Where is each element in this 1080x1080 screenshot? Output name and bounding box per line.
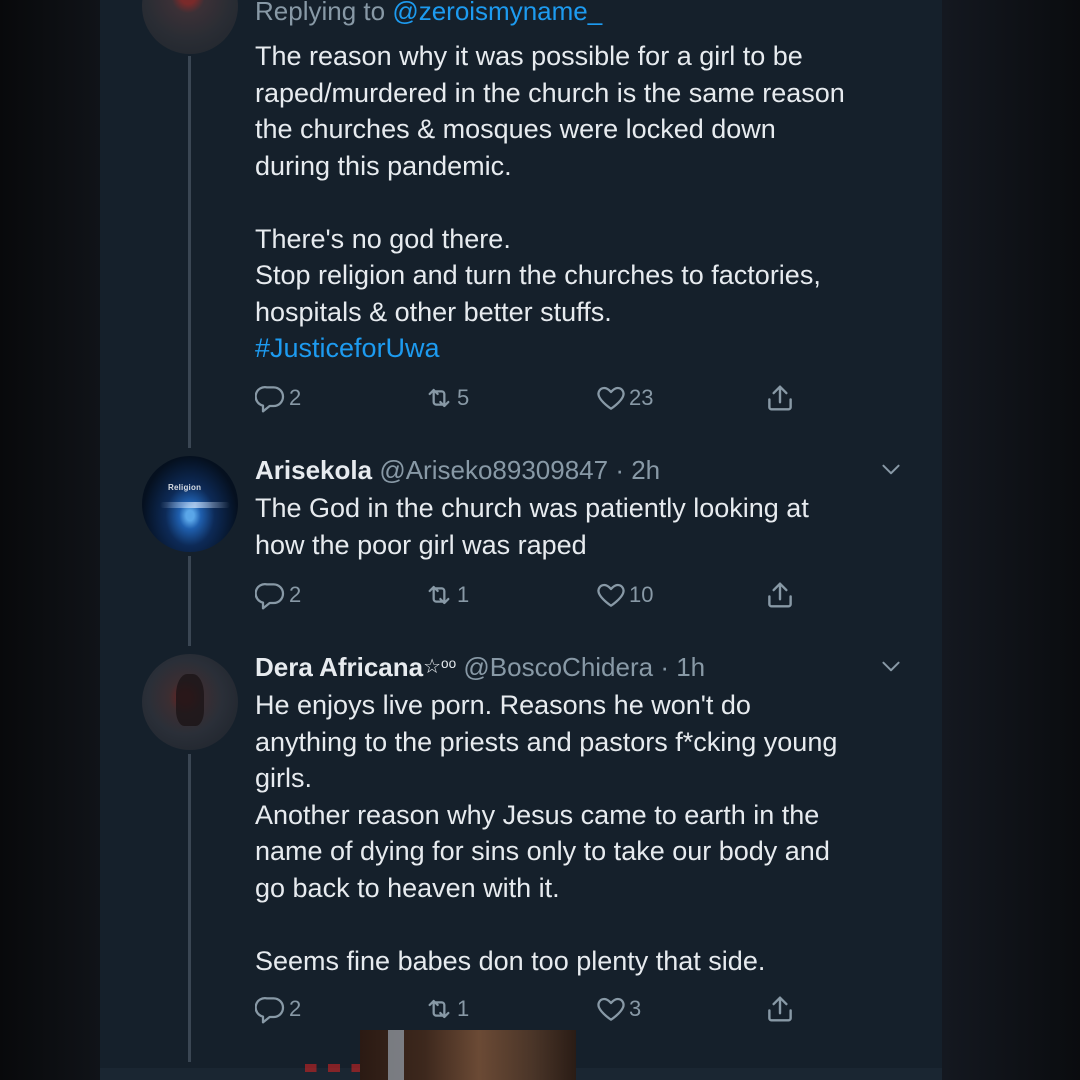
display-name[interactable]: Dera Africana <box>255 652 423 682</box>
display-name[interactable]: Arisekola <box>255 455 372 485</box>
chevron-down-icon[interactable] <box>878 654 904 680</box>
tweet-header: Arisekola @Ariseko89309847 · 2h <box>255 455 660 486</box>
right-backdrop <box>942 0 1080 1080</box>
tweet-text-line: during this pandemic. <box>255 150 512 181</box>
avatar[interactable]: Religion <box>142 456 238 552</box>
next-tweet-edge <box>305 1064 363 1072</box>
reply-button[interactable]: 2 <box>255 381 301 415</box>
tweet-text-line: anything to the priests and pastors f*ck… <box>255 726 838 757</box>
like-count: 10 <box>629 582 654 607</box>
tweet-header: Dera Africana☆ᵒᵒ @BoscoChidera · 1h <box>255 652 705 683</box>
share-button[interactable] <box>763 992 797 1026</box>
replying-to-handle-link[interactable]: @zeroismyname_ <box>392 0 602 26</box>
tweet-text-line: Seems fine babes don too plenty that sid… <box>255 945 766 976</box>
retweet-button[interactable]: 1 <box>423 578 469 612</box>
hashtag-link[interactable]: #JusticeforUwa <box>255 330 915 367</box>
retweet-button[interactable]: 5 <box>423 381 469 415</box>
tweet-text-line <box>255 906 915 943</box>
share-icon <box>768 582 792 608</box>
left-backdrop <box>0 0 100 1080</box>
avatar-graphic <box>176 674 204 726</box>
tweet-actions: 2 1 3 <box>255 992 815 1026</box>
tweet-text-line: how the poor girl was raped <box>255 529 587 560</box>
user-handle[interactable]: @BoscoChidera <box>463 652 653 682</box>
share-button[interactable] <box>763 381 797 415</box>
retweet-count: 1 <box>457 582 470 607</box>
tweet-text-line: Another reason why Jesus came to earth i… <box>255 799 820 830</box>
like-button[interactable]: 3 <box>595 992 641 1026</box>
user-handle[interactable]: @Ariseko89309847 <box>379 455 608 485</box>
tweet-actions: 2 1 10 <box>255 578 815 612</box>
tweet-text-line: raped/murdered in the church is the same… <box>255 77 845 108</box>
share-icon <box>768 996 792 1022</box>
tweet-text-line <box>255 184 915 221</box>
like-count: 3 <box>629 996 642 1021</box>
tweet-text: The reason why it was possible for a gir… <box>255 38 915 367</box>
reply-count: 2 <box>289 385 302 410</box>
heart-icon <box>597 386 625 410</box>
thread-line <box>188 56 191 448</box>
avatar[interactable] <box>142 654 238 750</box>
tweet-text-line: hospitals & other better stuffs. <box>255 296 612 327</box>
share-icon <box>768 385 792 411</box>
reply-icon <box>255 996 285 1024</box>
avatar[interactable] <box>142 0 238 54</box>
tweet-text-line: The reason why it was possible for a gir… <box>255 41 803 71</box>
reply-button[interactable]: 2 <box>255 992 301 1026</box>
tweet-text-line: the churches & mosques were locked down <box>255 114 776 144</box>
tweet-text-line: go back to heaven with it. <box>255 872 560 903</box>
reply-button[interactable]: 2 <box>255 578 301 612</box>
tweet-text: The God in the church was patiently look… <box>255 490 915 563</box>
tweet-text-line: Stop religion and turn the churches to f… <box>255 260 821 290</box>
like-button[interactable]: 23 <box>595 381 653 415</box>
retweet-button[interactable]: 1 <box>423 992 469 1026</box>
tweet-body: The God in the church was patiently look… <box>255 490 915 563</box>
retweet-icon <box>428 388 450 408</box>
tweet-actions: 2 5 23 <box>255 381 815 415</box>
name-suffix: ☆ᵒᵒ <box>423 656 457 678</box>
tweet-text-line: The God in the church was patiently look… <box>255 493 809 523</box>
like-button[interactable]: 10 <box>595 578 653 612</box>
reply-icon <box>255 582 285 610</box>
tweet-text-line: There's no god there. <box>255 223 511 254</box>
inset-photo-detail <box>388 1030 404 1080</box>
thread-line <box>188 556 191 646</box>
retweet-count: 5 <box>457 385 470 410</box>
tweet-body: The reason why it was possible for a gir… <box>255 38 915 367</box>
timestamp[interactable]: · 1h <box>660 652 705 682</box>
heart-icon <box>597 997 625 1021</box>
tweet-text-line: He enjoys live porn. Reasons he won't do <box>255 690 751 720</box>
tweet-thread-panel: Replying to @zeroismyname_ The reason wh… <box>100 0 942 1080</box>
tweet-text-line: girls. <box>255 763 313 793</box>
reply-count: 2 <box>289 582 302 607</box>
replying-to-label: Replying to <box>255 0 386 26</box>
heart-icon <box>597 583 625 607</box>
retweet-icon <box>428 999 450 1019</box>
reply-count: 2 <box>289 996 302 1021</box>
tweet-text-line: name of dying for sins only to take our … <box>255 836 830 866</box>
reply-icon <box>255 385 285 413</box>
retweet-count: 1 <box>457 996 470 1021</box>
retweet-icon <box>428 585 450 605</box>
avatar-graphic <box>160 502 230 508</box>
avatar-caption: Religion <box>168 483 202 492</box>
replying-to: Replying to @zeroismyname_ <box>255 0 602 27</box>
chevron-down-icon[interactable] <box>878 457 904 483</box>
share-button[interactable] <box>763 578 797 612</box>
tweet-text: He enjoys live porn. Reasons he won't do… <box>255 687 915 979</box>
tweet-body: He enjoys live porn. Reasons he won't do… <box>255 687 915 979</box>
thread-line <box>188 754 191 1062</box>
like-count: 23 <box>629 385 654 410</box>
timestamp[interactable]: · 2h <box>615 455 660 485</box>
inset-photo <box>360 1030 576 1080</box>
